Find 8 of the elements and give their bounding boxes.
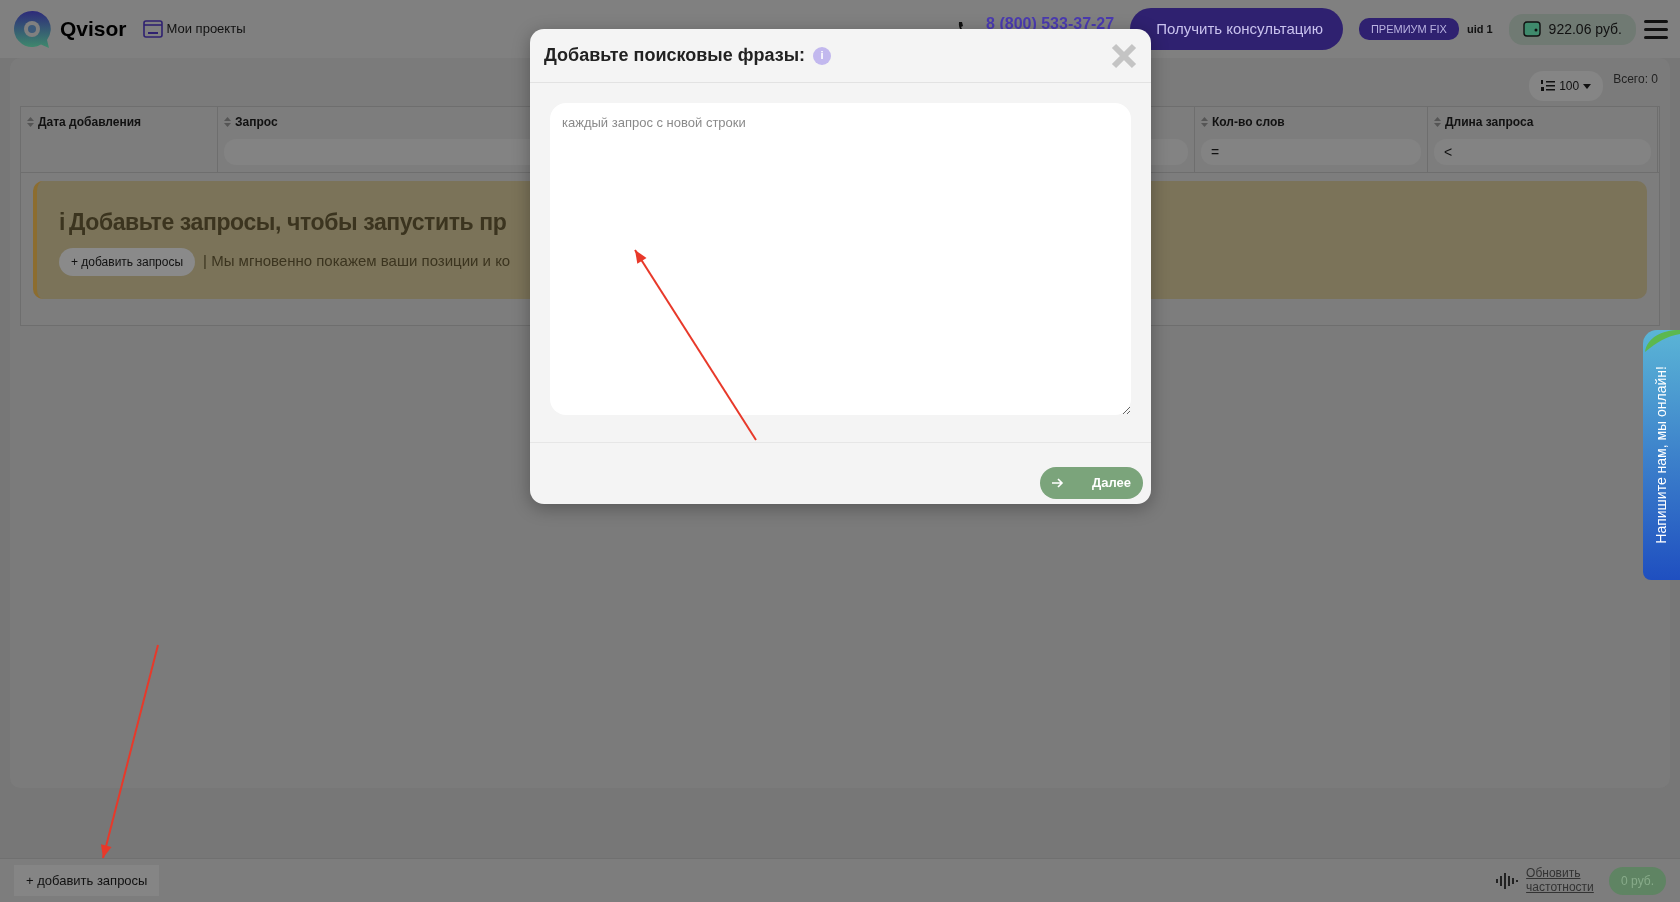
- modal-title: Добавьте поисковые фразы:: [544, 44, 805, 67]
- info-icon: i: [59, 205, 65, 240]
- notice-title: Добавьте запросы, чтобы запустить пр: [69, 208, 507, 237]
- logo-text: Qvisor: [60, 16, 127, 43]
- user-id: uid 1: [1466, 21, 1493, 37]
- total-count: Всего: 0: [1613, 71, 1658, 88]
- notice-text: | Мы мгновенно покажем ваши позиции и ко: [203, 251, 511, 272]
- plan-badge: ПРЕМИУМ FIX: [1358, 17, 1459, 41]
